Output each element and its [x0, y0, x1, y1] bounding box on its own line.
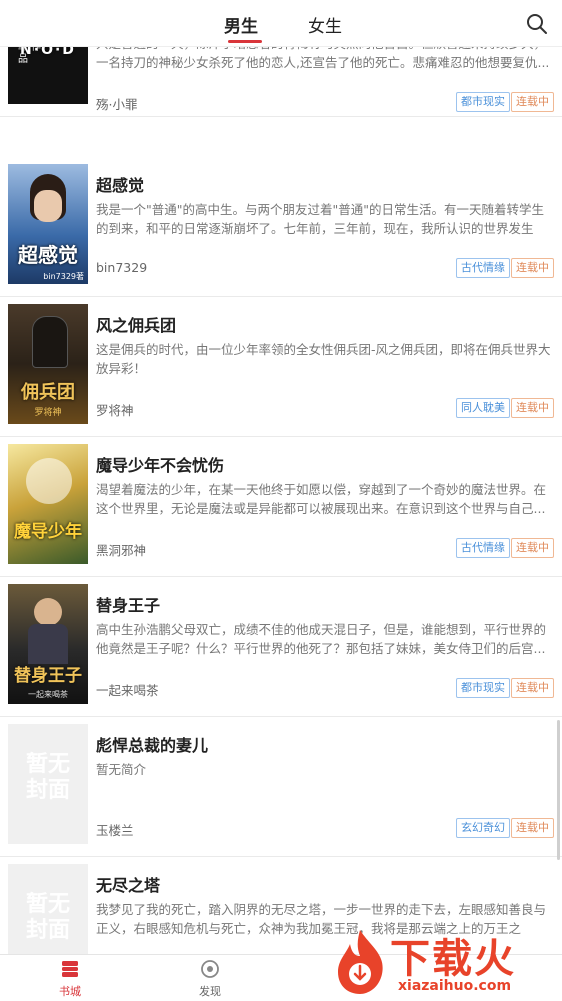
- status-tag: 连载中: [511, 538, 554, 558]
- book-description: 这是佣兵的时代，由一位少年率领的全女性佣兵团-风之佣兵团，即将在佣兵世界大放异彩…: [96, 342, 551, 376]
- book-title: 风之佣兵团: [96, 316, 177, 335]
- cover-face: [34, 598, 62, 626]
- list-item[interactable]: 佣兵团 罗将神 风之佣兵团 这是佣兵的时代，由一位少年率领的全女性佣兵团-风之佣…: [0, 296, 562, 437]
- cover-face: [34, 190, 62, 222]
- nav-discover-label: 发现: [199, 985, 221, 998]
- status-tag: 连载中: [511, 258, 554, 278]
- status-tag: 连载中: [511, 92, 554, 112]
- cover-sub: 罗将神: [34, 408, 62, 418]
- nav-discover[interactable]: 发现: [170, 959, 250, 999]
- book-description: 渴望着魔法的少年，在某一天他终于如愿以偿，穿越到了一个奇妙的魔法世界。在这个世界…: [96, 482, 547, 516]
- book-title: 替身王子: [96, 596, 161, 615]
- book-author: 玉楼兰: [96, 823, 134, 838]
- cover-title: 佣兵团: [21, 382, 75, 403]
- list-item[interactable]: 暂无封面 彪悍总裁的妻儿 暂无简介 玉楼兰 玄幻奇幻 连载中: [0, 716, 562, 857]
- list-item[interactable]: 魔导少年 魔导少年不会忧伤 渴望着魔法的少年，在某一天他终于如愿以偿，穿越到了一…: [0, 436, 562, 577]
- watermark-logo: 下载火 xiazaihuo.com: [330, 920, 555, 1000]
- book-author: 殇·小罪: [96, 97, 138, 112]
- status-tag: 连载中: [511, 398, 554, 418]
- list-item[interactable]: 超感觉 bin7329著 超感觉 我是一个"普通"的高中生。与两个朋友过着"普通…: [0, 156, 562, 297]
- book-title: 魔导少年不会忧伤: [96, 456, 225, 475]
- cover-figure: [32, 316, 68, 368]
- cover-sub: bin7329著: [43, 272, 84, 281]
- tab-male[interactable]: 男生: [224, 12, 258, 37]
- book-cover[interactable]: 佣兵团 罗将神: [8, 304, 88, 424]
- genre-tag: 都市现实: [456, 678, 510, 698]
- watermark-url: xiazaihuo.com: [398, 978, 512, 994]
- book-cover[interactable]: 替身王子 一起来喝茶: [8, 584, 88, 704]
- status-tag: 连载中: [511, 678, 554, 698]
- genre-tag: 同人耽美: [456, 398, 510, 418]
- watermark-text: 下载火: [390, 936, 516, 982]
- genre-tag: 古代情缘: [456, 258, 510, 278]
- book-description: 暂无简介: [96, 762, 147, 777]
- active-tab-indicator: [228, 40, 262, 43]
- cover-title: 替身王子: [14, 666, 82, 686]
- compass-icon: [201, 960, 219, 978]
- status-tag: 连载中: [511, 818, 554, 838]
- book-cover-placeholder[interactable]: 暂无封面: [8, 724, 88, 844]
- cover-title: 超感觉: [18, 243, 78, 267]
- book-author: 罗将神: [96, 403, 134, 418]
- genre-tag: 古代情缘: [456, 538, 510, 558]
- nav-bookstore[interactable]: 书城: [30, 959, 110, 999]
- book-title: 彪悍总裁的妻儿: [96, 736, 209, 755]
- book-cover[interactable]: 魔导少年: [8, 444, 88, 564]
- tab-female[interactable]: 女生: [308, 12, 342, 37]
- cover-figure: [28, 624, 68, 664]
- nav-bookstore-label: 书城: [59, 985, 81, 998]
- cover-glow: [26, 458, 72, 504]
- list-item[interactable]: 替身王子 一起来喝茶 替身王子 高中生孙浩鹏父母双亡，成绩不佳的他成天混日子，但…: [0, 576, 562, 717]
- book-cover[interactable]: 超感觉 bin7329著: [8, 164, 88, 284]
- book-author: 黑洞邪神: [96, 543, 147, 558]
- no-cover-text: 暂无封面: [25, 752, 70, 803]
- scrollbar[interactable]: [557, 720, 560, 860]
- no-cover-text: 暂无封面: [25, 892, 70, 943]
- book-title: 超感觉: [96, 176, 145, 195]
- book-description: 高中生孙浩鹏父母双亡，成绩不佳的他成天混日子，但是，谁能想到，平行世界的他竟然是…: [96, 622, 547, 656]
- book-author: 一起来喝茶: [96, 683, 159, 698]
- cover-sub: 一起来喝茶: [28, 690, 68, 699]
- genre-tag: 都市现实: [456, 92, 510, 112]
- bookstore-icon: [62, 961, 78, 977]
- search-icon[interactable]: [526, 13, 548, 35]
- book-title: 无尽之塔: [96, 876, 161, 895]
- top-bar: 男生 女生: [0, 0, 562, 47]
- book-author: bin7329: [96, 260, 148, 275]
- cover-title: 魔导少年: [14, 522, 82, 542]
- genre-tag: 玄幻奇幻: [456, 818, 510, 838]
- flame-icon: [338, 930, 383, 994]
- book-description: 我是一个"普通"的高中生。与两个朋友过着"普通"的日常生活。有一天随着转学生的到…: [96, 202, 544, 236]
